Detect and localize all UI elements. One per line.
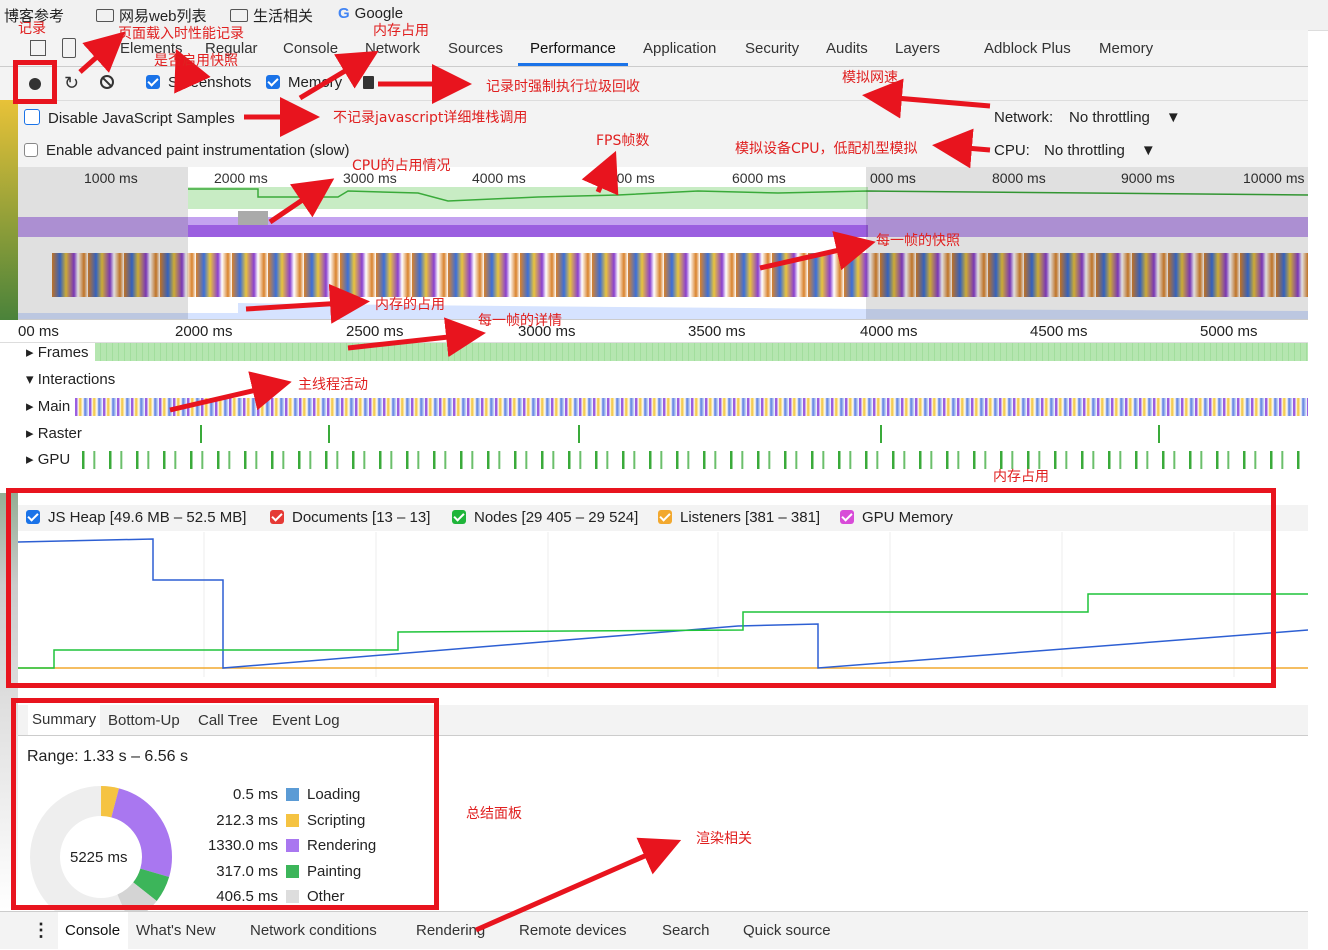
annotation-mem-usage: 内存的占用 — [375, 297, 445, 313]
annotation-frame-snapshot: 每一帧的快照 — [876, 233, 960, 249]
tab-security[interactable]: Security — [745, 40, 799, 57]
annotation-memory-use: 内存占用 — [373, 23, 429, 39]
annotation-frame-detail: 每一帧的详情 — [478, 313, 562, 329]
drawer-tab-console[interactable]: Console — [65, 922, 120, 939]
ruler-tick: 2000 ms — [175, 323, 233, 340]
network-throttle-select[interactable]: No throttling ▼ — [1069, 109, 1181, 126]
overview-unselected-left — [18, 167, 188, 319]
annotation-memory-section: 内存占用 — [993, 469, 1049, 485]
gpu-track[interactable] — [82, 451, 1308, 469]
raster-bar — [880, 425, 882, 443]
tab-memory[interactable]: Memory — [1099, 40, 1153, 57]
capture-settings: Disable JavaScript Samples Enable advanc… — [0, 101, 1308, 168]
google-icon: G — [338, 5, 350, 22]
timeline-ruler: 00 ms 2000 ms 2500 ms 3000 ms 3500 ms 4000 ms… — [0, 320, 1308, 343]
drawer-tab-remote-devices[interactable]: Remote devices — [519, 922, 627, 939]
summary-highlight-box — [11, 698, 439, 910]
dropdown-arrow-icon: ▼ — [1140, 142, 1156, 159]
reload-record-icon[interactable]: ↻ — [64, 73, 79, 94]
trash-icon[interactable] — [363, 76, 374, 89]
memory-highlight-box — [6, 488, 1276, 688]
record-highlight-box — [13, 60, 57, 104]
annotation-record: 记录 — [18, 21, 46, 37]
cpu-throttle-label: CPU: — [994, 142, 1030, 159]
annotation-network-sim: 模拟网速 — [842, 70, 898, 86]
drawer-tab-network-conditions[interactable]: Network conditions — [250, 922, 377, 939]
tab-network[interactable]: Network — [365, 40, 420, 57]
drawer-tab-rendering[interactable]: Rendering — [416, 922, 485, 939]
network-throttle-label: Network: — [994, 109, 1054, 126]
tab-console[interactable]: Console — [283, 40, 338, 57]
main-track[interactable] — [75, 398, 1308, 416]
annotation-gc: 记录时强制执行垃圾回收 — [486, 79, 640, 95]
checkbox-icon — [24, 109, 40, 125]
ruler-tick: 4000 ms — [860, 323, 918, 340]
performance-toolbar: ↻ Screenshots Memory — [0, 67, 1308, 101]
raster-bar — [1158, 425, 1160, 443]
tab-application[interactable]: Application — [643, 40, 716, 57]
track-interactions[interactable]: ▾ Interactions — [26, 370, 115, 388]
checkbox-icon — [266, 75, 280, 89]
ruler-tick: 5000 ms — [1200, 323, 1258, 340]
track-gpu[interactable]: ▸ GPU — [26, 450, 70, 468]
dropdown-arrow-icon: ▼ — [1165, 109, 1181, 126]
tab-layers[interactable]: Layers — [895, 40, 940, 57]
track-raster[interactable]: ▸ Raster — [26, 424, 82, 442]
drawer-tabs: ⋮ Console What's New Network conditions Ren… — [0, 911, 1308, 949]
device-toolbar-icon[interactable] — [62, 38, 76, 58]
ruler-tick: 4500 ms — [1030, 323, 1088, 340]
checkbox-icon — [146, 75, 160, 89]
frames-track[interactable] — [95, 343, 1308, 361]
clear-icon[interactable] — [100, 75, 114, 89]
drawer-tab-search[interactable]: Search — [662, 922, 710, 939]
raster-bar — [200, 425, 202, 443]
annotation-main-thread: 主线程活动 — [298, 377, 368, 393]
track-frames[interactable]: ▸ Frames — [26, 343, 89, 361]
drawer-tab-what-s-new[interactable]: What's New — [136, 922, 216, 939]
more-menu-icon[interactable]: ⋮ — [32, 920, 50, 941]
track-main[interactable]: ▸ Main — [26, 397, 71, 415]
folder-icon — [96, 9, 114, 22]
tab-adblock-plus[interactable]: Adblock Plus — [984, 40, 1071, 57]
raster-bar — [328, 425, 330, 443]
folder-icon — [230, 9, 248, 22]
annotation-no-js-stack: 不记录javascript详细堆栈调用 — [333, 110, 528, 126]
annotation-summary-panel: 总结面板 — [466, 806, 522, 822]
memory-checkbox[interactable]: Memory — [266, 74, 342, 91]
annotation-fps: FPS帧数 — [596, 133, 650, 149]
raster-bar — [578, 425, 580, 443]
cpu-throttle-select[interactable]: No throttling ▼ — [1044, 142, 1156, 159]
disable-js-samples-checkbox[interactable]: Disable JavaScript Samples — [24, 109, 235, 127]
advanced-paint-checkbox[interactable]: Enable advanced paint instrumentation (s… — [24, 142, 350, 159]
annotation-cpu-sim: 模拟设备CPU，低配机型模拟 — [735, 141, 918, 157]
annotation-cpu-usage: CPU的占用情况 — [352, 158, 451, 174]
drawer-tab-quick-source[interactable]: Quick source — [743, 922, 831, 939]
checkbox-icon — [24, 143, 38, 157]
screenshots-checkbox[interactable]: Screenshots — [146, 74, 251, 91]
tab-audits[interactable]: Audits — [826, 40, 868, 57]
annotation-screenshot: 是否启用快照 — [154, 53, 238, 69]
annotation-page-load: 页面载入时性能记录 — [118, 26, 244, 42]
tab-sources[interactable]: Sources — [448, 40, 503, 57]
active-tab-indicator — [518, 63, 628, 66]
ruler-tick: 00 ms — [18, 323, 59, 340]
ruler-tick: 2500 ms — [346, 323, 404, 340]
inspect-icon[interactable] — [30, 40, 46, 56]
tab-performance[interactable]: Performance — [530, 40, 616, 57]
ruler-tick: 3500 ms — [688, 323, 746, 340]
flame-tracks: ▸ Frames ▾ Interactions ▸ Main ▸ Raster … — [0, 343, 1308, 493]
annotation-rendering-related: 渲染相关 — [696, 831, 752, 847]
